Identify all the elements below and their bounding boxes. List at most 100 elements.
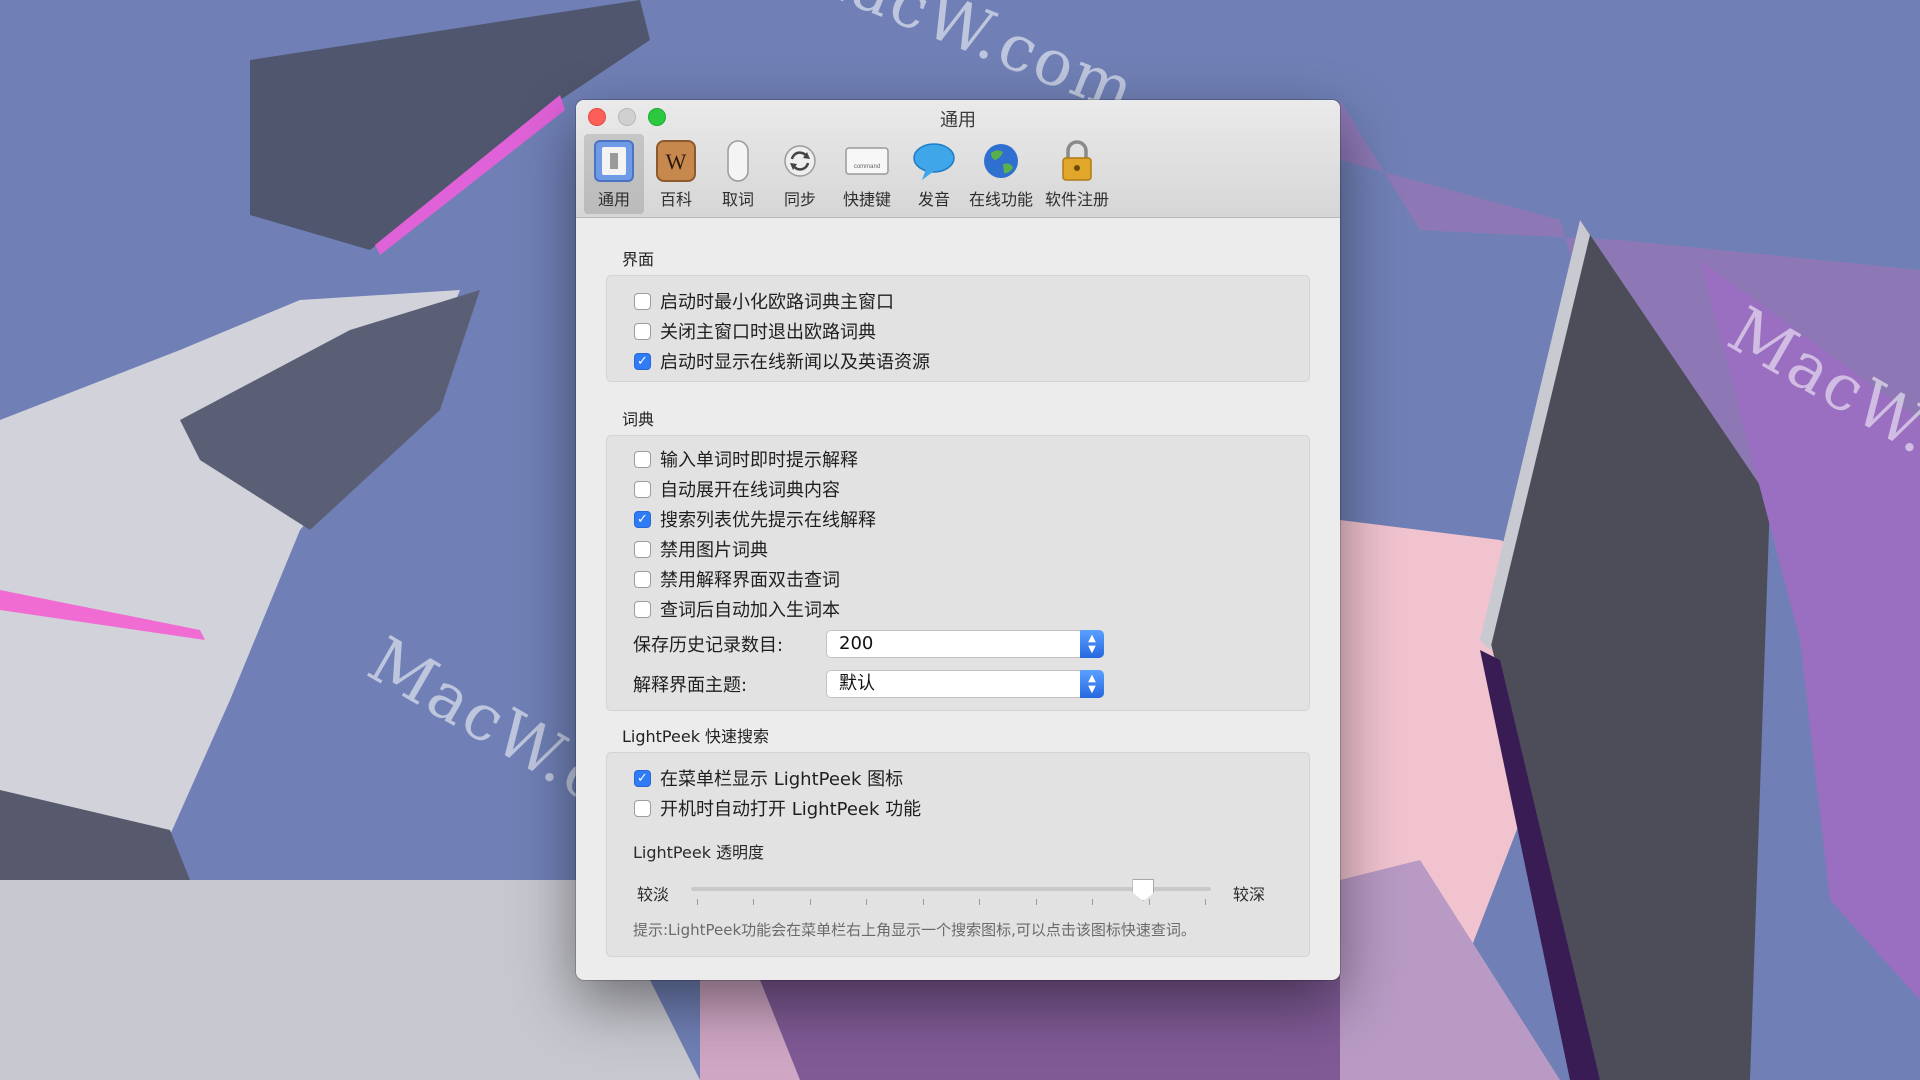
toolbar-tab-label: 软件注册 <box>1044 190 1109 209</box>
history-count-stepper[interactable]: 200 ▲ ▼ <box>826 630 1104 658</box>
toolbar-tab-label: 快捷键 <box>842 190 891 209</box>
toolbar-tab-registration[interactable]: 软件注册 <box>1038 134 1116 214</box>
padlock-icon <box>1062 140 1092 181</box>
switch-icon <box>594 140 634 182</box>
updown-arrows-icon[interactable]: ▲ ▼ <box>1080 670 1104 698</box>
opacity-slider-row: 较淡 较深 <box>607 869 1309 913</box>
slider-tick <box>1035 899 1037 905</box>
checkbox-label: 搜索列表优先提示在线解释 <box>660 510 876 531</box>
history-count-value: 200 <box>839 633 874 654</box>
checkbox-label: 禁用解释界面双击查词 <box>660 570 840 591</box>
dictionary-options-group: 输入单词时即时提示解释 自动展开在线词典内容 ✓ 搜索列表优先提示在线解释 禁用图片词典… <box>606 435 1310 711</box>
lightpeek-checkbox-list: ✓ 在菜单栏显示 LightPeek 图标 开机时自动打开 LightPeek 功能 <box>607 763 1309 823</box>
checkbox-label: 启动时显示在线新闻以及英语资源 <box>660 352 930 373</box>
slider-tick <box>1205 899 1206 905</box>
keyboard-key-icon: command <box>845 147 889 175</box>
toolbar-tab-pronunciation[interactable]: 发音 <box>904 134 964 214</box>
theme-select[interactable]: 默认 ▲ ▼ <box>826 670 1104 698</box>
theme-row: 解释界面主题: 默认 ▲ ▼ <box>607 664 1309 704</box>
title-bar: 通用 通用 W 百科 取词 同步 command 快捷键 发音 在线功能 软件注… <box>576 100 1340 218</box>
checkbox[interactable] <box>634 799 651 817</box>
window-title: 通用 <box>940 110 976 131</box>
slider-tick <box>753 899 755 905</box>
section-title-lightpeek: LightPeek 快速搜索 <box>622 727 770 746</box>
toolbar-tab-wiki[interactable]: W 百科 <box>646 134 706 214</box>
history-count-label: 保存历史记录数目: <box>633 635 784 656</box>
checkbox-label: 输入单词时即时提示解释 <box>660 450 858 471</box>
checkbox-label: 禁用图片词典 <box>660 540 768 561</box>
checkbox-row[interactable]: 查词后自动加入生词本 <box>607 594 1309 624</box>
updown-arrows-icon[interactable]: ▲ ▼ <box>1080 630 1104 658</box>
checkbox-label: 关闭主窗口时退出欧路词典 <box>660 322 876 343</box>
checkmark-icon: ✓ <box>637 353 648 369</box>
slider-tick <box>866 899 868 905</box>
speech-bubble-icon <box>913 143 955 180</box>
checkbox-row[interactable]: ✓ 启动时显示在线新闻以及英语资源 <box>607 346 1309 376</box>
opacity-slider-caption: LightPeek 透明度 <box>633 843 765 862</box>
checkbox[interactable] <box>634 570 651 588</box>
checkmark-icon: ✓ <box>637 511 648 527</box>
slider-tick <box>809 899 811 905</box>
history-count-row: 保存历史记录数目: 200 ▲ ▼ <box>607 624 1309 664</box>
theme-label: 解释界面主题: <box>633 675 748 696</box>
slider-tick <box>979 899 981 905</box>
toolbar-tab-capture[interactable]: 取词 <box>708 134 768 214</box>
preferences-content: 界面 启动时最小化欧路词典主窗口 关闭主窗口时退出欧路词典 ✓ 启动时显示在线新闻以及… <box>576 246 1340 957</box>
checkbox-label: 启动时最小化欧路词典主窗口 <box>660 292 894 313</box>
toolbar-tab-sync[interactable]: 同步 <box>770 134 830 214</box>
checkbox-row[interactable]: 关闭主窗口时退出欧路词典 <box>607 316 1309 346</box>
toolbar-tab-label: 取词 <box>721 190 754 209</box>
slider-tick <box>697 899 698 905</box>
mouse-icon <box>727 140 749 182</box>
toolbar-tab-label: 同步 <box>783 190 816 209</box>
checkbox-row[interactable]: 启动时最小化欧路词典主窗口 <box>607 286 1309 316</box>
keycap-text: command <box>854 164 880 170</box>
toolbar-tab-label: 通用 <box>597 190 630 209</box>
slider-max-label: 较深 <box>1233 885 1266 904</box>
slider-tick <box>922 899 924 905</box>
wiki-icon: W <box>656 140 696 182</box>
preferences-toolbar: 通用 W 百科 取词 同步 command 快捷键 发音 在线功能 软件注册 <box>584 134 1116 214</box>
checkbox[interactable] <box>634 292 651 310</box>
toolbar-tab-general[interactable]: 通用 <box>584 134 644 214</box>
slider-tick <box>1092 899 1094 905</box>
checkbox[interactable] <box>634 540 651 558</box>
toolbar-tab-online[interactable]: 在线功能 <box>966 134 1036 214</box>
checkbox-row[interactable]: 禁用图片词典 <box>607 534 1309 564</box>
checkbox-checked[interactable]: ✓ <box>634 352 651 370</box>
checkbox-row[interactable]: 禁用解释界面双击查词 <box>607 564 1309 594</box>
checkbox[interactable] <box>634 600 651 618</box>
sync-icon <box>784 145 816 177</box>
dictionary-checkbox-list: 输入单词时即时提示解释 自动展开在线词典内容 ✓ 搜索列表优先提示在线解释 禁用图片词典… <box>607 444 1309 624</box>
preferences-window: 通用 通用 W 百科 取词 同步 command 快捷键 发音 在线功能 软件注… <box>576 100 1340 980</box>
slider-tick <box>1148 899 1150 905</box>
checkbox-row[interactable]: 输入单词时即时提示解释 <box>607 444 1309 474</box>
interface-options-group: 启动时最小化欧路词典主窗口 关闭主窗口时退出欧路词典 ✓ 启动时显示在线新闻以及英语资… <box>606 275 1310 382</box>
toolbar-tab-label: 发音 <box>917 190 950 209</box>
checkbox-row[interactable]: 开机时自动打开 LightPeek 功能 <box>607 793 1309 823</box>
checkbox-label: 自动展开在线词典内容 <box>660 480 840 501</box>
checkbox-checked[interactable]: ✓ <box>634 769 651 787</box>
checkbox[interactable] <box>634 480 651 498</box>
checkbox[interactable] <box>634 322 651 340</box>
slider-min-label: 较淡 <box>637 885 670 904</box>
checkbox-checked[interactable]: ✓ <box>634 510 651 528</box>
checkbox[interactable] <box>634 450 651 468</box>
theme-value: 默认 <box>839 673 875 694</box>
checkbox-label: 开机时自动打开 LightPeek 功能 <box>660 799 922 820</box>
checkbox-row[interactable]: ✓ 搜索列表优先提示在线解释 <box>607 504 1309 534</box>
toolbar-tab-label: 在线功能 <box>968 190 1033 209</box>
section-title-dictionary: 词典 <box>622 410 655 429</box>
checkmark-icon: ✓ <box>637 770 648 786</box>
checkbox-label: 查词后自动加入生词本 <box>660 600 840 621</box>
toolbar-tab-shortcuts[interactable]: command 快捷键 <box>832 134 902 214</box>
checkbox-row[interactable]: 自动展开在线词典内容 <box>607 474 1309 504</box>
lightpeek-hint: 提示:LightPeek功能会在菜单栏右上角显示一个搜索图标,可以点击该图标快速… <box>633 921 1196 939</box>
checkbox-label: 在菜单栏显示 LightPeek 图标 <box>660 769 904 790</box>
opacity-slider-thumb[interactable] <box>1132 879 1155 901</box>
section-title-interface: 界面 <box>622 250 655 269</box>
checkbox-row[interactable]: ✓ 在菜单栏显示 LightPeek 图标 <box>607 763 1309 793</box>
toolbar-tab-label: 百科 <box>659 190 692 209</box>
globe-icon <box>984 144 1018 178</box>
wiki-letter: W <box>666 149 687 174</box>
